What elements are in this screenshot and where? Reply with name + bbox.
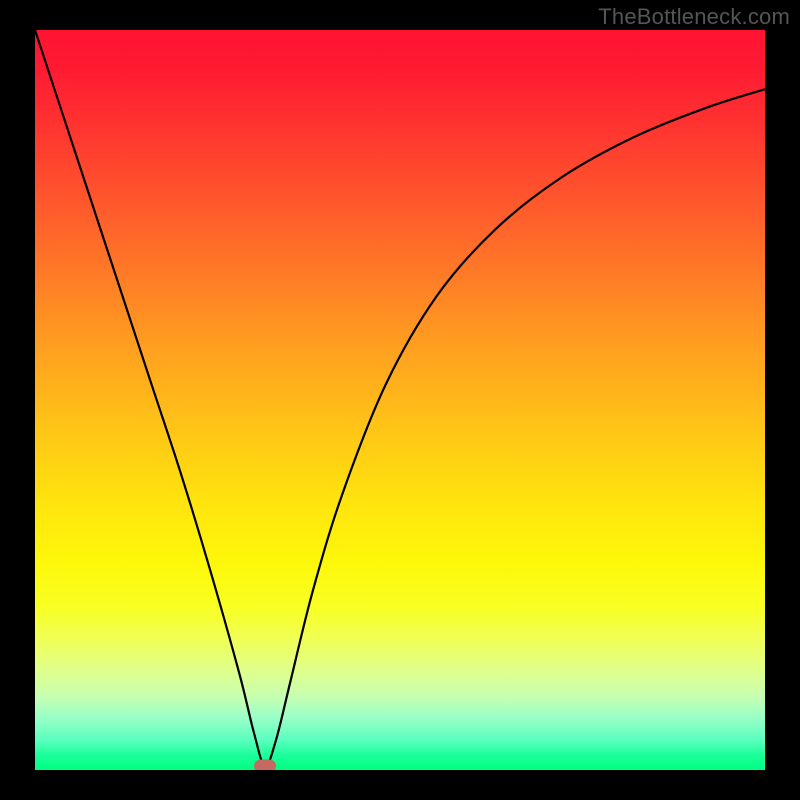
bottleneck-curve bbox=[35, 30, 765, 770]
plot-area bbox=[35, 30, 765, 770]
minimum-marker bbox=[254, 760, 276, 770]
watermark-text: TheBottleneck.com bbox=[598, 4, 790, 30]
curve-path bbox=[35, 30, 765, 766]
chart-frame: TheBottleneck.com bbox=[0, 0, 800, 800]
